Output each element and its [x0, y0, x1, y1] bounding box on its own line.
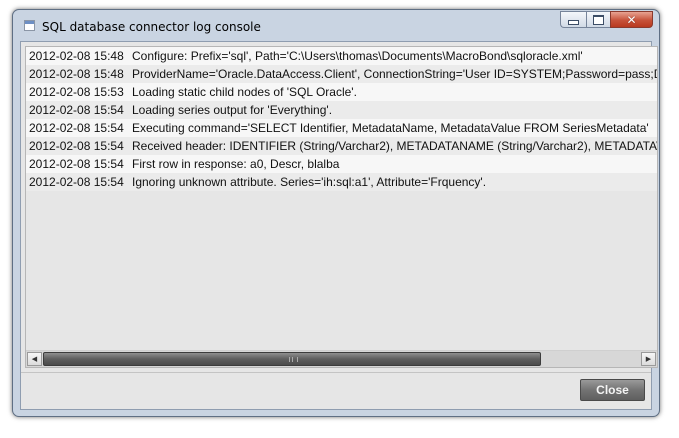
log-entry[interactable]: 2012-02-08 15:54 Loading series output f… [26, 101, 657, 119]
window-icon [24, 20, 35, 31]
close-button[interactable]: Close [580, 379, 645, 401]
maximize-button[interactable] [586, 11, 610, 28]
log-entry[interactable]: 2012-02-08 15:54 Ignoring unknown attrib… [26, 173, 657, 191]
minimize-icon [568, 19, 579, 25]
log-message: Configure: Prefix='sql', Path='C:\Users\… [132, 49, 583, 63]
log-timestamp: 2012-02-08 15:54 [29, 175, 124, 189]
grip-icon [289, 357, 298, 362]
log-list-box[interactable]: 2012-02-08 15:48 Configure: Prefix='sql'… [25, 46, 658, 368]
log-console-window: SQL database connector log console ✕ 201… [12, 9, 660, 417]
arrow-left-icon: ◀ [31, 355, 38, 363]
title-bar[interactable]: SQL database connector log console ✕ [13, 10, 659, 41]
client-area: 2012-02-08 15:48 Configure: Prefix='sql'… [20, 41, 658, 410]
log-timestamp: 2012-02-08 15:54 [29, 121, 124, 135]
log-entry[interactable]: 2012-02-08 15:53 Loading static child no… [26, 83, 657, 101]
scroll-left-button[interactable]: ◀ [27, 352, 42, 366]
log-entry[interactable]: 2012-02-08 15:54 Received header: IDENTI… [26, 137, 657, 155]
log-entry[interactable]: 2012-02-08 15:54 First row in response: … [26, 155, 657, 173]
log-entry[interactable]: 2012-02-08 15:48 Configure: Prefix='sql'… [26, 47, 657, 65]
log-list: 2012-02-08 15:48 Configure: Prefix='sql'… [26, 47, 657, 350]
log-message: ProviderName='Oracle.DataAccess.Client',… [132, 67, 657, 81]
log-message: Received header: IDENTIFIER (String/Varc… [132, 139, 657, 153]
window-title: SQL database connector log console [42, 20, 261, 34]
log-message: Ignoring unknown attribute. Series='ih:s… [132, 175, 487, 189]
log-timestamp: 2012-02-08 15:48 [29, 67, 124, 81]
log-message: Loading static child nodes of 'SQL Oracl… [132, 85, 357, 99]
log-message: Executing command='SELECT Identifier, Me… [132, 121, 649, 135]
log-timestamp: 2012-02-08 15:54 [29, 103, 124, 117]
horizontal-scrollbar[interactable]: ◀ ▶ [26, 350, 657, 367]
log-timestamp: 2012-02-08 15:48 [29, 49, 124, 63]
arrow-right-icon: ▶ [645, 355, 652, 363]
log-timestamp: 2012-02-08 15:53 [29, 85, 124, 99]
log-message: First row in response: a0, Descr, blalba [132, 157, 340, 171]
footer-divider [21, 372, 651, 373]
log-entry[interactable]: 2012-02-08 15:48 ProviderName='Oracle.Da… [26, 65, 657, 83]
scroll-right-button[interactable]: ▶ [641, 352, 656, 366]
maximize-icon [593, 14, 604, 25]
window-close-button[interactable]: ✕ [610, 11, 653, 28]
scrollbar-thumb[interactable] [43, 352, 541, 366]
log-entry[interactable]: 2012-02-08 15:54 Executing command='SELE… [26, 119, 657, 137]
close-icon: ✕ [626, 12, 637, 27]
minimize-button[interactable] [560, 11, 586, 28]
log-timestamp: 2012-02-08 15:54 [29, 157, 124, 171]
log-message: Loading series output for 'Everything'. [132, 103, 333, 117]
log-timestamp: 2012-02-08 15:54 [29, 139, 124, 153]
caption-buttons: ✕ [560, 11, 653, 28]
